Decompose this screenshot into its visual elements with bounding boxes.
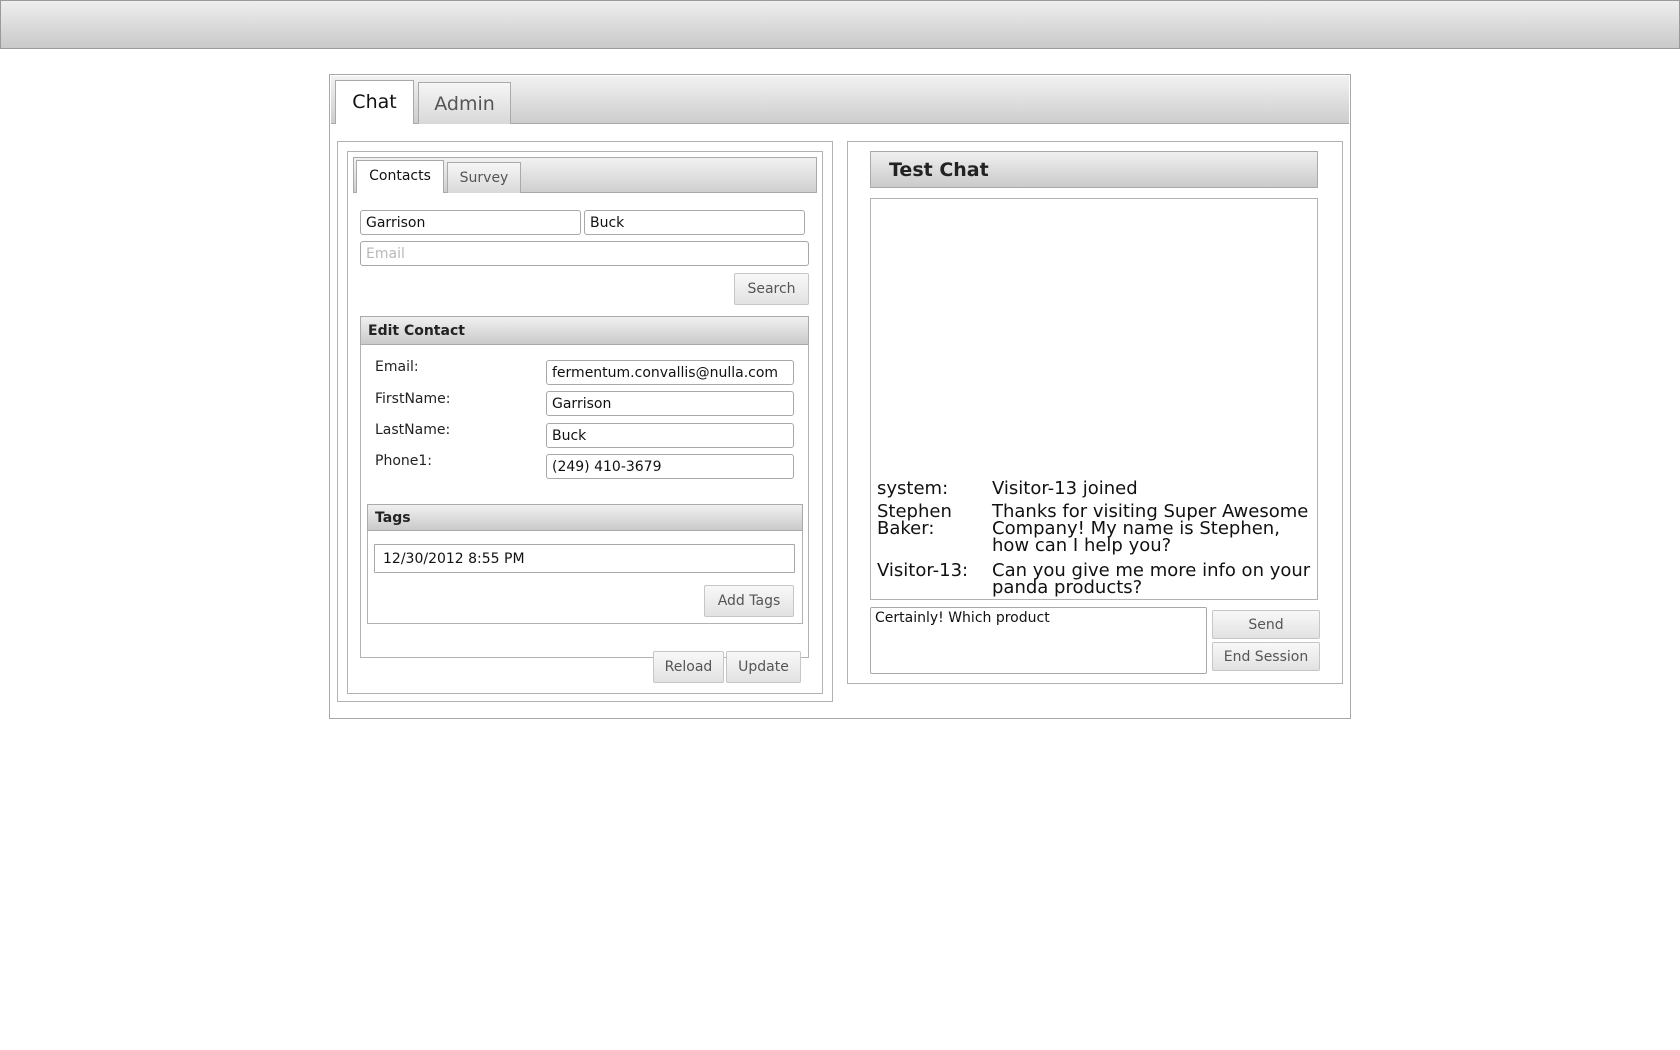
- reload-button[interactable]: Reload: [653, 651, 724, 683]
- tab-contacts[interactable]: Contacts: [356, 160, 444, 193]
- contacts-panel-outer: Contacts Survey Search Edit Contact Emai…: [337, 141, 833, 702]
- phone-field[interactable]: [546, 454, 794, 479]
- email-field[interactable]: [546, 360, 794, 385]
- tab-chat[interactable]: Chat: [335, 80, 414, 124]
- chat-message: Visitor-13: Can you give me more info on…: [877, 562, 1313, 598]
- tags-input[interactable]: [374, 544, 795, 573]
- first-name-field[interactable]: [546, 391, 794, 416]
- chat-message-input[interactable]: Certainly! Which product: [870, 607, 1207, 674]
- update-button[interactable]: Update: [726, 651, 801, 683]
- email-search-input[interactable]: [360, 241, 809, 266]
- chat-panel: Test Chat system: Visitor-13 joined Step…: [847, 141, 1343, 684]
- edit-contact-title: Edit Contact: [360, 316, 809, 345]
- add-tags-button[interactable]: Add Tags: [704, 585, 794, 617]
- chat-sender: system:: [877, 478, 949, 499]
- chat-title: Test Chat: [870, 151, 1318, 188]
- first-name-label: FirstName:: [375, 391, 451, 407]
- tab-survey[interactable]: Survey: [447, 162, 521, 193]
- chat-message: Stephen Baker: Thanks for visiting Super…: [877, 503, 1313, 559]
- main-tab-bar: Chat Admin: [331, 76, 1349, 124]
- send-button[interactable]: Send: [1212, 610, 1320, 639]
- last-name-label: LastName:: [375, 422, 451, 438]
- tags-title: Tags: [367, 504, 803, 531]
- email-label: Email:: [375, 359, 419, 375]
- edit-contact-section: Edit Contact Email: FirstName: LastName:…: [360, 316, 809, 658]
- tags-section: Tags Add Tags: [367, 504, 803, 624]
- contacts-tab-bar: Contacts Survey: [353, 157, 817, 193]
- chat-message: system: Visitor-13 joined: [877, 480, 1313, 502]
- chat-text: Visitor-13 joined: [992, 478, 1138, 499]
- last-name-field[interactable]: [546, 423, 794, 448]
- tab-admin[interactable]: Admin: [418, 82, 511, 124]
- last-name-search-input[interactable]: [584, 210, 805, 235]
- end-session-button[interactable]: End Session: [1212, 642, 1320, 671]
- phone-label: Phone1:: [375, 453, 432, 469]
- chat-text: Can you give me more info on your panda …: [992, 560, 1311, 598]
- first-name-search-input[interactable]: [360, 210, 581, 235]
- chat-transcript: system: Visitor-13 joined Stephen Baker:…: [870, 198, 1318, 600]
- chat-sender: Visitor-13:: [877, 560, 969, 581]
- top-header-bar: [0, 0, 1680, 49]
- contacts-panel: Contacts Survey Search Edit Contact Emai…: [347, 151, 823, 694]
- search-button[interactable]: Search: [734, 273, 809, 305]
- chat-sender: Stephen Baker:: [877, 501, 952, 539]
- app-container: Chat Admin Contacts Survey Search Edit C…: [329, 74, 1351, 719]
- chat-text: Thanks for visiting Super Awesome Compan…: [992, 501, 1309, 556]
